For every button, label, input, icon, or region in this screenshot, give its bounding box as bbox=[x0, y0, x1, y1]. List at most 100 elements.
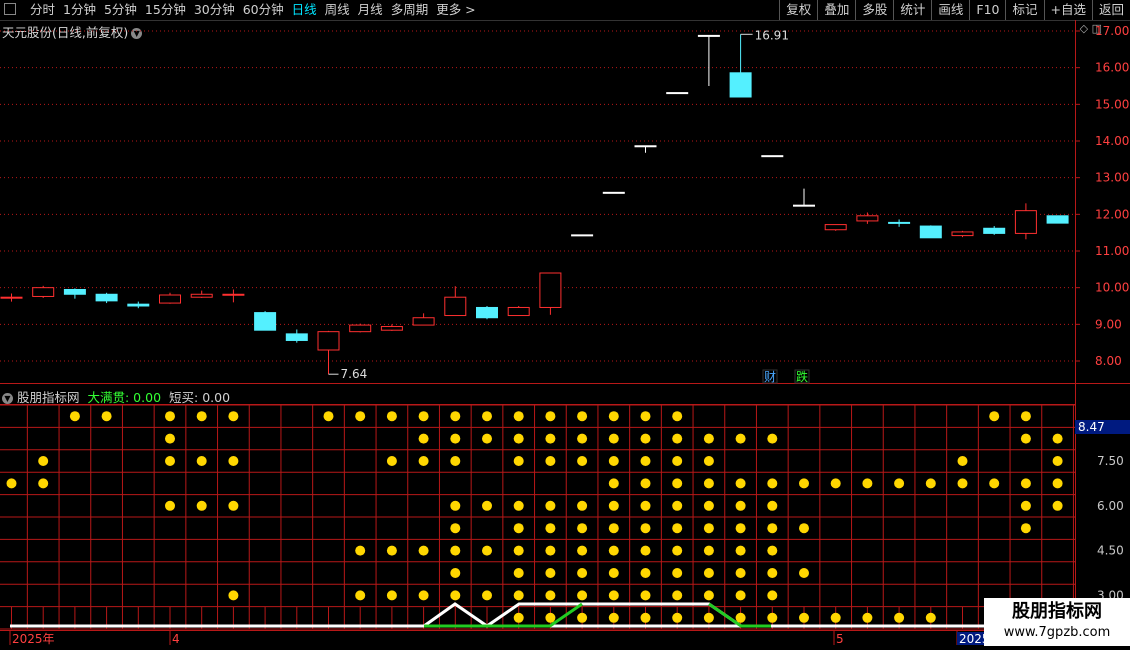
y-tick-label: 14.00 bbox=[1095, 134, 1129, 148]
y-tick-label: 13.00 bbox=[1095, 171, 1129, 185]
signal-dot bbox=[418, 545, 429, 556]
date-label: 5 bbox=[836, 632, 844, 646]
signal-dot bbox=[767, 545, 778, 556]
signal-dot bbox=[545, 612, 556, 623]
signal-dot bbox=[672, 411, 683, 422]
signal-dot bbox=[450, 568, 461, 578]
candle-body bbox=[127, 303, 150, 307]
signal-dot bbox=[608, 456, 619, 466]
candle-body bbox=[729, 72, 752, 98]
ind-tick-label: 4.50 bbox=[1097, 544, 1124, 558]
signal-dot bbox=[703, 523, 714, 534]
signal-dot bbox=[418, 590, 429, 601]
signal-dot bbox=[482, 433, 492, 444]
candle-body bbox=[32, 287, 55, 297]
signal-dot bbox=[228, 500, 239, 511]
candle-body bbox=[983, 227, 1006, 234]
signal-dot bbox=[799, 568, 809, 578]
candle-body bbox=[222, 293, 245, 296]
y-tick-label: 16.00 bbox=[1095, 61, 1129, 75]
signal-dot bbox=[513, 411, 524, 422]
signal-dot bbox=[577, 568, 588, 578]
signal-dot bbox=[482, 411, 492, 422]
signal-dot bbox=[165, 456, 175, 466]
signal-dot bbox=[608, 545, 619, 556]
date-axis: 2025年 4 5 2025 bbox=[0, 630, 1075, 646]
signal-dot bbox=[1052, 478, 1063, 489]
signal-dot bbox=[703, 478, 714, 489]
chevron-down-icon[interactable]: ▼ bbox=[2, 393, 13, 404]
signal-dot bbox=[672, 612, 683, 623]
signal-dot bbox=[735, 612, 746, 623]
signal-dot bbox=[735, 433, 746, 444]
signal-dot bbox=[513, 500, 524, 511]
indicator-panel: 7.506.004.503.001.508.47 bbox=[0, 404, 1130, 647]
signal-dot bbox=[450, 433, 461, 444]
signal-dot bbox=[1020, 523, 1031, 534]
signal-dot bbox=[545, 568, 556, 578]
signal-dot bbox=[450, 545, 461, 556]
signal-dot bbox=[450, 500, 461, 511]
ind-tick-label: 7.50 bbox=[1097, 454, 1124, 468]
signal-dot bbox=[228, 411, 239, 422]
signal-dot bbox=[608, 612, 619, 623]
indicator-title[interactable]: ▼ 股朋指标网 大满贯: 0.00 短买: 0.00 bbox=[2, 387, 230, 406]
signal-dot bbox=[450, 590, 461, 601]
signal-dot bbox=[703, 568, 714, 578]
signal-dot bbox=[735, 590, 746, 601]
y-tick-label: 11.00 bbox=[1095, 244, 1129, 258]
candle-body bbox=[0, 296, 23, 299]
signal-dot bbox=[640, 411, 651, 422]
candle-body bbox=[793, 204, 815, 207]
signal-dot bbox=[608, 523, 619, 534]
signal-dot bbox=[672, 500, 683, 511]
y-tick-label: 12.00 bbox=[1095, 207, 1129, 221]
signal-dot bbox=[545, 411, 556, 422]
chart-canvas: 17.00 16.00 15.00 14.00 13.00 12.00 11.00 10.00… bbox=[0, 20, 1130, 647]
signal-dot bbox=[608, 478, 619, 489]
candle-body bbox=[666, 92, 689, 95]
candle-body bbox=[285, 333, 308, 341]
candle-body bbox=[634, 145, 657, 148]
signal-dot bbox=[830, 478, 841, 489]
signal-dot bbox=[703, 433, 714, 444]
signal-dot bbox=[989, 411, 1000, 422]
signal-dot bbox=[513, 568, 524, 578]
signal-dot bbox=[894, 478, 905, 489]
signal-dot bbox=[735, 545, 746, 556]
current-value-label: 8.47 bbox=[1078, 420, 1105, 434]
signal-dot bbox=[545, 433, 556, 444]
candle-body bbox=[919, 225, 942, 239]
signal-dot bbox=[513, 433, 524, 444]
signal-dot bbox=[1020, 411, 1031, 422]
event-marker: 财 bbox=[764, 370, 776, 384]
signal-dot bbox=[386, 411, 397, 422]
candle-body bbox=[1046, 215, 1069, 224]
candle-body bbox=[380, 326, 403, 331]
signal-dot bbox=[640, 568, 651, 578]
watermark-title: 股朋指标网 bbox=[1012, 601, 1102, 622]
candle-body bbox=[254, 312, 277, 331]
candle-body bbox=[190, 293, 213, 298]
signal-dot bbox=[165, 500, 175, 511]
signal-dot bbox=[228, 456, 239, 466]
candle-body bbox=[159, 294, 181, 304]
candle-body bbox=[824, 224, 847, 231]
signal-dot bbox=[196, 411, 207, 422]
signal-dot bbox=[640, 612, 651, 623]
grid bbox=[0, 20, 1130, 630]
signal-dot bbox=[767, 612, 778, 623]
signal-dot bbox=[925, 612, 936, 623]
candle-body bbox=[412, 317, 435, 326]
signal-dot bbox=[672, 590, 683, 601]
signal-dot bbox=[513, 612, 524, 623]
candle-body bbox=[697, 34, 720, 37]
candle-body bbox=[571, 234, 594, 237]
date-label: 4 bbox=[172, 632, 180, 646]
indicator-label-damangguan: 大满贯: 0.00 bbox=[87, 390, 162, 405]
signal-dot bbox=[577, 612, 588, 623]
signal-dot bbox=[355, 411, 366, 422]
signal-dot bbox=[386, 590, 397, 601]
signal-dot bbox=[767, 478, 778, 489]
signal-dot bbox=[386, 456, 397, 466]
